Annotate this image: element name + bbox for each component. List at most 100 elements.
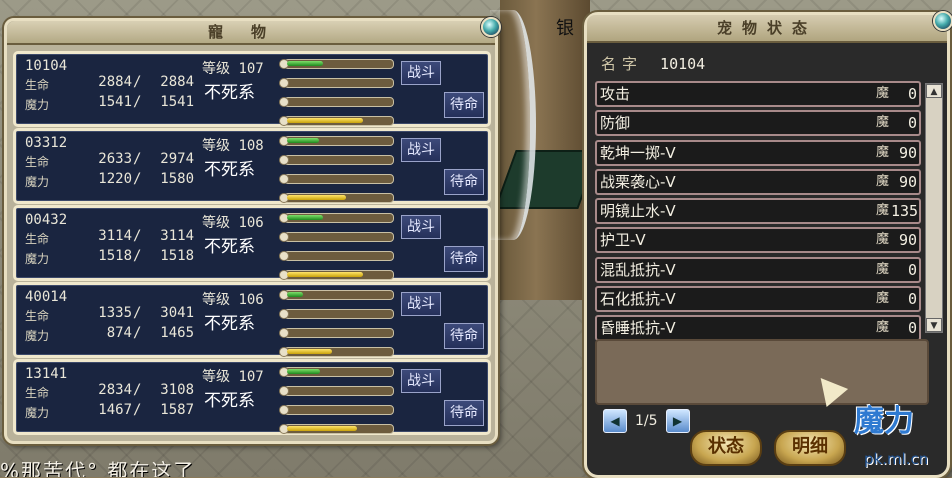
hp-bar xyxy=(279,213,394,223)
battle-button[interactable]: 战斗 xyxy=(401,369,441,393)
level-label: 等级 xyxy=(202,369,230,385)
mp-max: 1518 xyxy=(160,248,194,264)
pet-name-row: 名字 10104 xyxy=(601,53,705,74)
hp-max: 3114 xyxy=(160,228,194,244)
mp-bar-fill xyxy=(287,272,363,277)
skill-cost: 0 xyxy=(907,290,917,309)
skill-scrollbar[interactable]: ▲ ▼ xyxy=(925,83,943,333)
skill-name: 石化抵抗-V xyxy=(600,290,676,309)
pet-level: 等级 108 xyxy=(202,135,264,155)
standby-button[interactable]: 待命 xyxy=(444,92,484,118)
hp-current: 2884 xyxy=(98,74,132,90)
skill-row[interactable]: 明镜止水-V 魔 135 xyxy=(595,198,921,225)
hp-label: 生命 xyxy=(25,386,50,400)
pet-race: 不死系 xyxy=(204,83,255,103)
level-label: 等级 xyxy=(202,138,230,154)
next-page-icon[interactable]: ▶ xyxy=(665,409,690,433)
level-label: 等级 xyxy=(202,292,230,308)
skill-list: 攻击 魔 0 防御 魔 0 乾坤一掷-V 魔 90 战栗袭心-V 魔 90 明镜… xyxy=(595,81,921,345)
hp-current: 1335 xyxy=(98,305,132,321)
exp-bar xyxy=(279,405,394,415)
standby-button[interactable]: 待命 xyxy=(444,246,484,272)
level-value: 106 xyxy=(238,215,264,231)
pet-id: 00432 xyxy=(25,212,68,228)
skill-name: 混乱抵抗-V xyxy=(600,260,676,279)
pet-id: 10104 xyxy=(25,58,68,74)
battle-button[interactable]: 战斗 xyxy=(401,215,441,239)
mp-current: 1467 xyxy=(98,402,132,418)
logo-main-text: 魔力 xyxy=(854,404,914,439)
battle-button[interactable]: 战斗 xyxy=(401,61,441,85)
skill-row[interactable]: 战栗袭心-V 魔 90 xyxy=(595,168,921,195)
standby-button[interactable]: 待命 xyxy=(444,169,484,195)
hp-max: 2884 xyxy=(160,74,194,90)
pet-card[interactable]: 40014 生命 魔力 1335 / 3041 874 / 1465 等级 10… xyxy=(13,282,491,358)
skill-row[interactable]: 攻击 魔 0 xyxy=(595,81,921,107)
pet-card[interactable]: 10104 生命 魔力 2884 / 2884 1541 / 1541 等级 1… xyxy=(13,51,491,127)
skill-cost: 0 xyxy=(907,114,917,133)
skill-cost-unit: 魔 xyxy=(875,203,889,219)
mp-bar xyxy=(279,116,394,126)
pager: ◀ 1/5 ▶ xyxy=(603,409,690,433)
name-label: 名字 xyxy=(601,55,644,73)
prev-page-icon[interactable]: ◀ xyxy=(603,409,627,433)
mp-label: 魔力 xyxy=(25,98,50,112)
mp-bar xyxy=(279,347,394,357)
skill-row[interactable]: 乾坤一掷-V 魔 90 xyxy=(595,139,921,166)
pet-id: 03312 xyxy=(25,135,68,151)
battle-button[interactable]: 战斗 xyxy=(401,292,441,316)
skill-row[interactable]: 混乱抵抗-V 魔 0 xyxy=(595,256,921,283)
skill-row[interactable]: 防御 魔 0 xyxy=(595,110,921,137)
standby-button[interactable]: 待命 xyxy=(444,323,484,349)
hp-bar-fill xyxy=(287,292,303,297)
pet-id: 40014 xyxy=(25,289,68,305)
page-indicator: 1/5 xyxy=(635,413,658,429)
status-button[interactable]: 状态 xyxy=(690,430,762,466)
status-window-title: 宠物状态 xyxy=(587,15,947,43)
skill-row[interactable]: 护卫-V 魔 90 xyxy=(595,227,921,254)
battle-button[interactable]: 战斗 xyxy=(401,138,441,162)
hp-bar xyxy=(279,367,394,377)
level-label: 等级 xyxy=(202,61,230,77)
pet-card[interactable]: 03312 生命 魔力 2633 / 2974 1220 / 1580 等级 1… xyxy=(13,128,491,204)
scroll-up-icon[interactable]: ▲ xyxy=(926,84,942,98)
skill-cost: 90 xyxy=(898,231,917,250)
skill-row[interactable]: 石化抵抗-V 魔 0 xyxy=(595,286,921,313)
hp-label: 生命 xyxy=(25,155,50,169)
hp-current: 3114 xyxy=(98,228,132,244)
skill-cost-unit: 魔 xyxy=(875,232,889,248)
skill-row[interactable]: 昏睡抵抗-V 魔 0 xyxy=(595,315,921,342)
exp-bar xyxy=(279,328,394,338)
mp-bar xyxy=(279,193,394,203)
mp-current: 1541 xyxy=(98,94,132,110)
hp-current: 2834 xyxy=(98,382,132,398)
skill-name: 昏睡抵抗-V xyxy=(600,319,676,338)
skill-cost: 135 xyxy=(891,202,919,221)
close-orb-icon[interactable] xyxy=(933,11,952,31)
mp-label: 魔力 xyxy=(25,252,50,266)
pet-window-title: 寵物 xyxy=(7,21,495,45)
standby-button[interactable]: 待命 xyxy=(444,400,484,426)
pet-race: 不死系 xyxy=(204,237,255,257)
hp-bar-fill xyxy=(287,138,319,143)
hp-current: 2633 xyxy=(98,151,132,167)
mp-bar-fill xyxy=(287,118,363,123)
hp-max: 2974 xyxy=(160,151,194,167)
pet-level: 等级 107 xyxy=(202,58,264,78)
skill-cost-unit: 魔 xyxy=(875,320,889,336)
skill-cost-unit: 魔 xyxy=(875,144,889,160)
exp-bar xyxy=(279,251,394,261)
loyalty-bar xyxy=(279,309,394,319)
skill-cost: 0 xyxy=(907,260,917,279)
pet-card[interactable]: 13141 生命 魔力 2834 / 3108 1467 / 1587 等级 1… xyxy=(13,359,491,435)
pet-bars xyxy=(279,367,394,443)
skill-name: 明镜止水-V xyxy=(600,202,676,221)
mp-bar-fill xyxy=(287,349,332,354)
level-label: 等级 xyxy=(202,215,230,231)
exp-bar xyxy=(279,97,394,107)
pet-level: 等级 106 xyxy=(202,289,264,309)
hp-label: 生命 xyxy=(25,232,50,246)
scroll-down-icon[interactable]: ▼ xyxy=(926,318,942,332)
pet-card[interactable]: 00432 生命 魔力 3114 / 3114 1518 / 1518 等级 1… xyxy=(13,205,491,281)
skill-cost-unit: 魔 xyxy=(875,261,889,277)
